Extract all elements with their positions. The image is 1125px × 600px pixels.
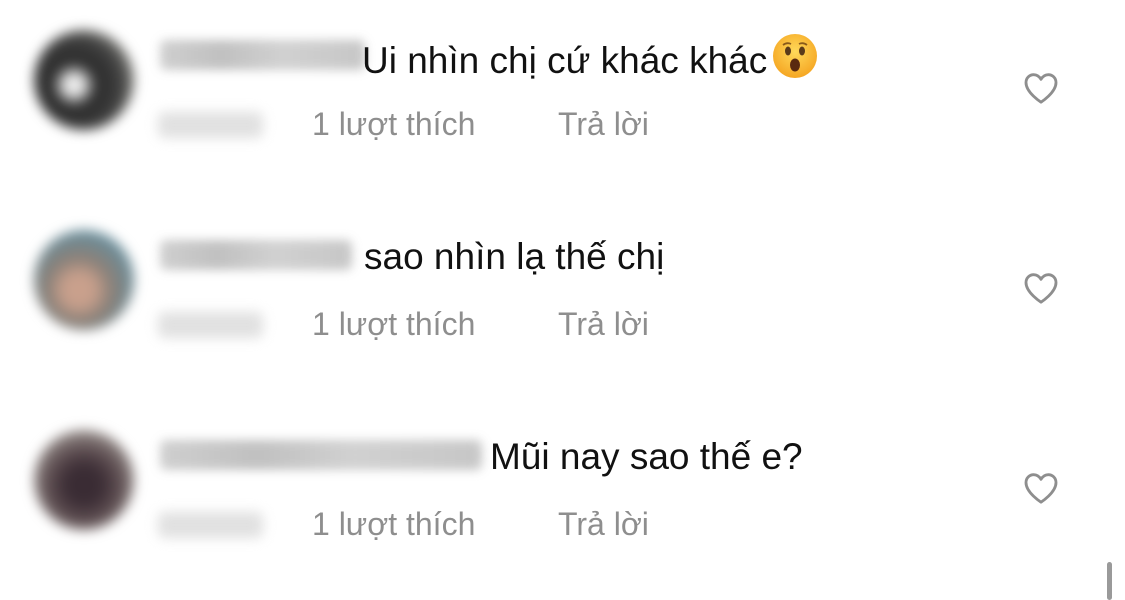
username-blurred[interactable] — [160, 40, 365, 70]
comment-item: Ui nhìn chị cứ khác khác 1 lượt thích Tr… — [0, 0, 1125, 200]
heart-icon[interactable] — [1020, 268, 1062, 308]
avatar[interactable] — [34, 430, 134, 530]
avatar[interactable] — [34, 230, 134, 330]
comments-view: Ui nhìn chị cứ khác khác 1 lượt thích Tr… — [0, 0, 1125, 600]
likes-count[interactable]: 1 lượt thích — [312, 108, 475, 140]
astonished-face-icon — [771, 32, 819, 86]
heart-icon[interactable] — [1020, 68, 1062, 108]
likes-count[interactable]: 1 lượt thích — [312, 308, 475, 340]
comment-item: sao nhìn lạ thế chị 1 lượt thích Trả lời — [0, 200, 1125, 400]
reply-button[interactable]: Trả lời — [558, 108, 649, 140]
timestamp-blurred — [158, 112, 263, 138]
comment-text: sao nhìn lạ thế chị — [364, 236, 665, 277]
comment-item: Mũi nay sao thế e? 1 lượt thích Trả lời — [0, 400, 1125, 600]
likes-count[interactable]: 1 lượt thích — [312, 508, 475, 540]
avatar[interactable] — [34, 30, 134, 130]
timestamp-blurred — [158, 512, 263, 538]
heart-icon[interactable] — [1020, 468, 1062, 508]
reply-button[interactable]: Trả lời — [558, 308, 649, 340]
timestamp-blurred — [158, 312, 263, 338]
scrollbar[interactable] — [1107, 562, 1112, 600]
username-blurred[interactable] — [160, 440, 482, 470]
reply-button[interactable]: Trả lời — [558, 508, 649, 540]
comment-text: Ui nhìn chị cứ khác khác — [362, 34, 819, 90]
comment-text: Mũi nay sao thế e? — [490, 436, 803, 477]
username-blurred[interactable] — [160, 240, 352, 270]
